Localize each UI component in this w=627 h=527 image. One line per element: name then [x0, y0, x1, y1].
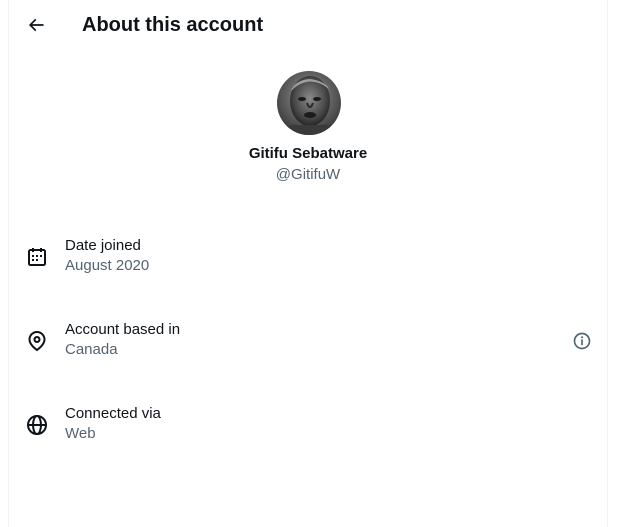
arrow-left-icon [28, 18, 44, 32]
detail-text: Account based in Canada [65, 320, 180, 360]
calendar-icon [25, 245, 49, 269]
detail-label: Date joined [65, 237, 141, 254]
detail-value: August 2020 [65, 257, 150, 274]
detail-label: Account based in [65, 321, 181, 338]
detail-value: Web [65, 425, 96, 442]
account-location-info-button[interactable] [571, 330, 593, 352]
globe-icon [25, 413, 49, 437]
avatar-photo [277, 71, 341, 135]
detail-row-date-joined: Date joined August 2020 [9, 236, 607, 296]
page-title: About this account [82, 14, 264, 36]
back-button[interactable] [19, 8, 53, 42]
detail-text: Connected via Web [65, 404, 161, 444]
user-handle: @GitifuW [275, 166, 341, 183]
detail-label: Connected via [65, 405, 161, 422]
detail-row-account-based-in: Account based in Canada [9, 320, 607, 380]
detail-value: Canada [65, 341, 118, 358]
detail-text: Date joined August 2020 [65, 236, 149, 276]
info-icon [573, 332, 591, 350]
about-account-panel: About this account Gitifu Sebatware @Git… [8, 0, 608, 527]
location-pin-icon [25, 329, 49, 353]
display-name: Gitifu Sebatware [248, 145, 368, 162]
detail-row-connected-via: Connected via Web [9, 404, 607, 464]
avatar[interactable] [277, 71, 341, 135]
page-header: About this account [9, 0, 607, 53]
